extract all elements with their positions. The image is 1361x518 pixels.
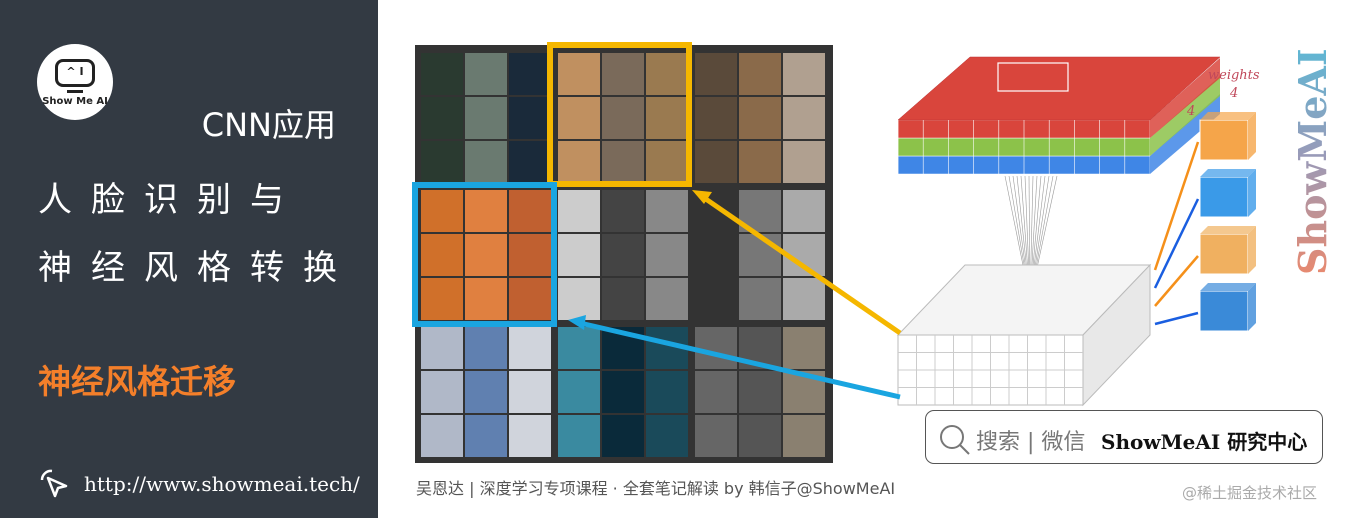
sidebar: ^ I Show Me AI CNN应用 人脸识别与 神经风格转换 神经风格迁移… <box>0 0 378 518</box>
filter-cube <box>1199 290 1249 332</box>
filter-connector <box>1153 198 1200 289</box>
dim-label-depth: 4 <box>1187 104 1196 119</box>
wechat-search-box: 搜索 | 微信 ShowMeAI 研究中心 <box>925 410 1323 464</box>
filter-cube-side <box>1248 283 1256 331</box>
filter-cube-top <box>1200 169 1256 177</box>
filter-cube-side <box>1248 226 1256 274</box>
filter-cube <box>1199 176 1249 218</box>
showmeai-logo: ^ I Show Me AI <box>37 44 113 120</box>
filter-cube-top <box>1200 283 1256 291</box>
search-brand: ShowMeAI 研究中心 <box>1101 430 1308 454</box>
filter-cube <box>1199 119 1249 161</box>
course-caption: 吴恩达 | 深度学习专项课程 · 全套笔记解读 by 韩信子@ShowMeAI <box>416 479 896 498</box>
filter-cube-side <box>1248 112 1256 160</box>
title-line-3: 神经风格转换 <box>38 248 356 288</box>
dim-label-width: 4 <box>1230 86 1239 101</box>
website-link[interactable]: http://www.showmeai.tech/ <box>84 472 360 496</box>
brand-watermark: ShowMeAI <box>1290 40 1335 275</box>
filter-connector <box>1154 311 1199 326</box>
title-line-2: 人脸识别与 <box>38 180 303 220</box>
section-subtitle: 神经风格迁移 <box>38 362 236 401</box>
juejin-watermark: @稀土掘金技术社区 <box>1182 484 1318 502</box>
search-label: 搜索 | 微信 <box>976 430 1086 455</box>
filter-cube-side <box>1248 169 1256 217</box>
weights-label: weights <box>1208 68 1260 83</box>
filter-cube <box>1199 233 1249 275</box>
search-icon <box>940 425 970 455</box>
filter-cube-top <box>1200 226 1256 234</box>
arrow-blue <box>579 320 901 400</box>
arrow-yellow <box>698 192 902 336</box>
title-line-1: CNN应用 <box>201 106 336 144</box>
arrowhead-blue <box>568 315 586 330</box>
filter-cube-top <box>1200 112 1256 120</box>
filter-connector <box>1154 255 1199 307</box>
cursor-click-icon <box>40 469 68 498</box>
